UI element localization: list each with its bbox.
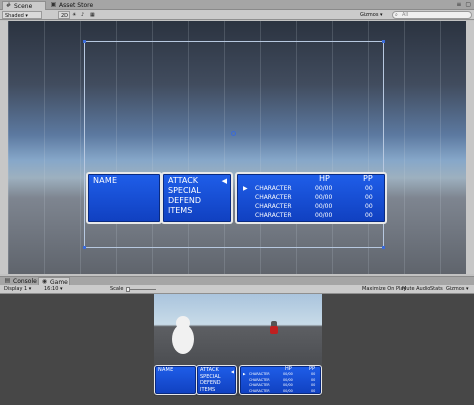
scene-toolbar: Shaded ▾ 2D ☀ ♪ ▦ Gizmos ▾ ⌕ All (0, 10, 474, 20)
character-table-header: HP PP (243, 174, 385, 184)
canvas-handle-br[interactable] (382, 246, 385, 249)
scene-tab-bar: # Scene ▣ Asset Store ≡ ▢ (0, 0, 474, 10)
game-command-list: ATTACK SPECIAL DEFEND ITEMS (200, 367, 221, 393)
scene-search-input[interactable]: ⌕ All (392, 11, 472, 19)
game-command-defend[interactable]: DEFEND (200, 380, 221, 387)
game-character-hp: 00/00 (283, 388, 293, 393)
game-name-panel[interactable]: NAME (154, 365, 197, 395)
game-name-label: NAME (158, 367, 174, 373)
scene-icon: # (5, 2, 12, 9)
name-panel[interactable]: NAME (86, 172, 162, 224)
character-panel: HP PP ▶ CHARACTER 00/00 00 CHARACTER 00/… (235, 172, 387, 224)
scale-slider-thumb[interactable] (126, 287, 130, 292)
scale-slider-track (126, 289, 156, 290)
scene-view[interactable]: NAME ATTACK SPECIAL DEFEND ITEMS ◀ HP PP… (8, 21, 466, 274)
game-view[interactable]: NAME ATTACK SPECIAL DEFEND ITEMS ◀ HP PP (0, 294, 474, 405)
maximize-on-play-toggle[interactable]: Maximize On Play (362, 285, 406, 294)
pp-header: PP (363, 174, 373, 183)
console-icon: ▤ (4, 277, 11, 284)
canvas-handle-tl[interactable] (83, 40, 86, 43)
gizmos-label: Gizmos (360, 12, 379, 18)
canvas-handle-tr[interactable] (382, 40, 385, 43)
aspect-label: 16:10 (44, 286, 59, 292)
tab-scene-label: Scene (14, 3, 33, 10)
asset-store-icon: ▣ (50, 1, 57, 8)
game-command-cursor-icon: ◀ (230, 369, 234, 374)
scale-slider[interactable] (126, 285, 156, 294)
lighting-icon[interactable]: ☀ (72, 11, 80, 19)
display-label: Display 1 (4, 286, 28, 292)
character-hp: 00/00 (315, 194, 333, 201)
scene-search-placeholder: All (402, 12, 409, 18)
character-hp: 00/00 (315, 203, 333, 210)
game-gizmos-label: Gizmos (446, 286, 465, 292)
character-name: CHARACTER (255, 212, 292, 219)
command-list: ATTACK SPECIAL DEFEND ITEMS (168, 176, 201, 216)
character-table: HP PP ▶ CHARACTER 00/00 00 CHARACTER 00/… (243, 174, 385, 220)
character-row[interactable]: CHARACTER 00/00 00 (243, 193, 385, 202)
enemy-body (270, 326, 278, 334)
tab-console-label: Console (13, 278, 37, 285)
game-gizmos-dropdown[interactable]: Gizmos ▾ (446, 285, 469, 294)
game-character-name: CHARACTER (249, 388, 270, 393)
search-icon: ⌕ (395, 12, 398, 18)
toggle-2d-button[interactable]: 2D (58, 11, 70, 19)
scene-left-gutter (0, 21, 8, 274)
window-menu-icon[interactable]: ≡ ▢ (456, 1, 472, 9)
character-pp: 00 (365, 194, 373, 201)
game-toolbar: Display 1 ▾ 16:10 ▾ Scale Maximize On Pl… (0, 285, 474, 294)
game-command-panel: ATTACK SPECIAL DEFEND ITEMS ◀ (196, 365, 237, 395)
canvas-handle-bl[interactable] (83, 246, 86, 249)
hp-header: HP (319, 174, 330, 183)
character-row[interactable]: CHARACTER 00/00 00 (243, 211, 385, 220)
tab-asset-store-label: Asset Store (59, 2, 94, 9)
tab-asset-store[interactable]: ▣ Asset Store (48, 1, 104, 10)
row-cursor-icon: ▶ (243, 185, 248, 192)
display-dropdown[interactable]: Display 1 ▾ (4, 285, 31, 294)
game-character-table: HP PP ▶ CHARACTER 00/00 00 CHARACTER 00/… (243, 366, 321, 394)
character-name: CHARACTER (255, 203, 292, 210)
character-row[interactable]: ▶ CHARACTER 00/00 00 (243, 184, 385, 193)
character-row[interactable]: CHARACTER 00/00 00 (243, 202, 385, 211)
gizmos-dropdown[interactable]: Gizmos ▾ (360, 11, 390, 19)
character-hp: 00/00 (315, 185, 333, 192)
character-name: CHARACTER (255, 194, 292, 201)
shading-mode-label: Shaded (5, 13, 24, 19)
command-panel: ATTACK SPECIAL DEFEND ITEMS ◀ (161, 172, 233, 224)
command-special[interactable]: SPECIAL (168, 186, 201, 196)
game-character-row[interactable]: CHARACTER 00/00 00 (243, 389, 321, 395)
shading-mode-dropdown[interactable]: Shaded ▾ (2, 11, 42, 19)
game-character-panel: HP PP ▶ CHARACTER 00/00 00 CHARACTER 00/… (239, 365, 322, 395)
game-character-pp: 00 (311, 388, 316, 393)
command-attack[interactable]: ATTACK (168, 176, 201, 186)
audio-icon[interactable]: ♪ (81, 11, 89, 19)
stats-toggle[interactable]: Stats (430, 285, 443, 294)
character-pp: 00 (365, 212, 373, 219)
character-name: CHARACTER (255, 185, 292, 192)
tab-scene[interactable]: # Scene (2, 1, 46, 10)
aspect-dropdown[interactable]: 16:10 ▾ (44, 285, 63, 294)
game-command-attack[interactable]: ATTACK (200, 367, 221, 374)
character-pp: 00 (365, 203, 373, 210)
game-command-items[interactable]: ITEMS (200, 387, 221, 394)
unity-editor: # Scene ▣ Asset Store ≡ ▢ Shaded ▾ 2D ☀ … (0, 0, 474, 405)
character-pp: 00 (365, 185, 373, 192)
game-render: NAME ATTACK SPECIAL DEFEND ITEMS ◀ HP PP (154, 294, 322, 396)
scene-right-gutter (466, 21, 474, 274)
command-defend[interactable]: DEFEND (168, 196, 201, 206)
white-character-head (176, 316, 190, 330)
name-label: NAME (93, 176, 118, 185)
command-items[interactable]: ITEMS (168, 206, 201, 216)
pivot-icon[interactable] (231, 131, 236, 136)
command-cursor-icon: ◀ (221, 177, 227, 185)
effects-icon[interactable]: ▦ (90, 11, 98, 19)
mute-audio-toggle[interactable]: Mute Audio (402, 285, 430, 294)
scale-label: Scale (110, 286, 124, 292)
character-hp: 00/00 (315, 212, 333, 219)
toggle-2d-label: 2D (61, 13, 69, 19)
game-tab-bar: ▤ Console ◉ Game (0, 276, 474, 286)
